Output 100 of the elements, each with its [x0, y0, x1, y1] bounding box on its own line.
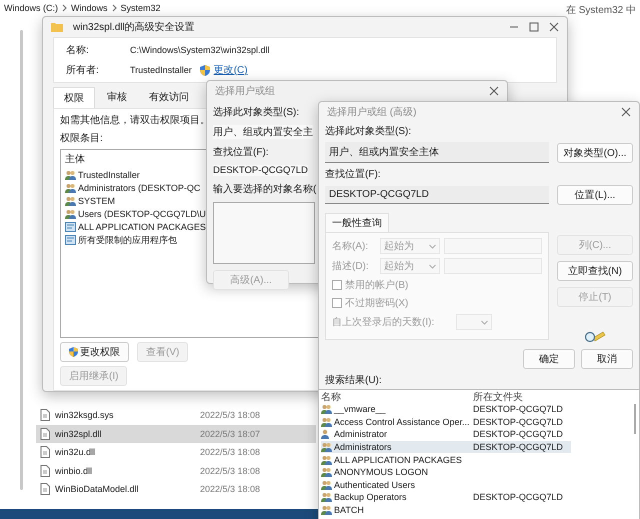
result-name: Administrators: [334, 442, 392, 452]
tab[interactable]: 有效访问: [139, 87, 199, 108]
users-icon: [321, 416, 332, 427]
field-label: 选择此对象类型(S):: [325, 124, 412, 138]
package-icon: [65, 222, 76, 232]
close-icon[interactable]: [549, 22, 559, 32]
result-row[interactable]: Backup Operators DESKTOP-QCGQ7LD: [321, 491, 571, 504]
users-icon: [321, 467, 332, 478]
package-icon: [65, 235, 76, 245]
result-row[interactable]: Authenticated Users: [321, 478, 571, 492]
ok-button[interactable]: 确定: [523, 349, 575, 369]
result-row[interactable]: ANONYMOUS LOGON: [321, 466, 571, 479]
file-row[interactable]: win32spl.dll 2022/5/3 18:07: [36, 424, 316, 443]
file-date: 2022/5/3 18:08: [200, 447, 260, 458]
list-item[interactable]: TrustedInstaller: [78, 170, 140, 180]
close-icon[interactable]: [621, 107, 631, 117]
results-label: 搜索结果(U):: [325, 374, 382, 387]
users-icon: [65, 183, 76, 193]
field-label: 输入要选择的对象名称(: [213, 182, 316, 196]
list-item[interactable]: SYSTEM: [78, 196, 116, 206]
window-title: win32spl.dll的高级安全设置: [73, 20, 195, 34]
file-icon: [40, 464, 50, 477]
list-item[interactable]: Administrators (DESKTOP-QC: [78, 183, 200, 193]
file-row[interactable]: WinBioDataModel.dll 2022/5/3 18:08: [36, 480, 316, 498]
checkbox-label: 禁用的帐户(B): [345, 278, 408, 292]
search-action-button[interactable]: 立即查找(N): [557, 261, 633, 281]
object-type-value: 用户、组或内置安全主: [213, 125, 313, 139]
breadcrumb-item[interactable]: System32: [120, 3, 161, 13]
result-row[interactable]: __vmware__ DESKTOP-QCGQ7LD: [321, 403, 571, 416]
locations-button[interactable]: 位置(L)...: [557, 185, 633, 205]
file-row[interactable]: win32ksgd.sys 2022/5/3 18:08: [36, 406, 316, 424]
tab[interactable]: 审核: [97, 87, 137, 108]
field-label: 所有者:: [66, 64, 100, 77]
permission-button[interactable]: 更改权限: [60, 342, 129, 362]
file-row[interactable]: win32u.dll 2022/5/3 18:08: [36, 443, 316, 462]
search-field[interactable]: 在 System32 中: [566, 3, 636, 17]
result-name: Authenticated Users: [334, 480, 416, 490]
file-row[interactable]: winbio.dll 2022/5/3 18:08: [36, 462, 316, 480]
filter-label: 自上次登录后的天数(I):: [332, 316, 436, 329]
file-icon: [40, 483, 50, 496]
breadcrumb-item[interactable]: Windows (C:): [4, 3, 58, 13]
result-folder: DESKTOP-QCGQ7LD: [473, 404, 563, 414]
file-name: win32u.dll: [55, 447, 96, 458]
result-name: BATCH: [334, 505, 364, 516]
tab[interactable]: 一般性查询: [325, 213, 389, 232]
result-folder: DESKTOP-QCGQ7LD: [473, 429, 563, 440]
users-icon: [321, 505, 332, 516]
chevron-right-icon: [62, 4, 68, 12]
result-name: ANONYMOUS LOGON: [334, 467, 428, 478]
file-date: 2022/5/3 18:08: [200, 466, 260, 476]
result-row[interactable]: Administrator DESKTOP-QCGQ7LD: [321, 428, 571, 441]
list-item[interactable]: ALL APPLICATION PACKAGES: [78, 222, 206, 232]
checkbox-label: 不过期密码(X): [345, 296, 408, 310]
shield-icon: [69, 347, 78, 357]
users-icon: [65, 170, 76, 180]
scrollbar[interactable]: [20, 30, 23, 490]
change-link[interactable]: 更改(C): [214, 63, 248, 77]
list-item[interactable]: 所有受限制的应用程序包: [78, 234, 177, 246]
result-name: Access Control Assistance Oper...: [334, 416, 470, 427]
object-types-button[interactable]: 对象类型(O)...: [557, 142, 633, 162]
result-row[interactable]: Administrators DESKTOP-QCGQ7LD: [321, 440, 571, 454]
scrollbar[interactable]: [634, 404, 636, 434]
caret-icon: [429, 244, 436, 248]
users-icon: [321, 442, 332, 452]
file-name: winbio.dll: [55, 466, 94, 476]
result-row[interactable]: Access Control Assistance Oper... DESKTOP-QCGQ7LD: [321, 416, 571, 428]
result-folder: DESKTOP-QCGQ7LD: [473, 416, 563, 427]
list-item[interactable]: Users (DESKTOP-QCGQ7LD\U: [78, 209, 206, 219]
breadcrumb-item[interactable]: Windows: [71, 3, 108, 13]
tab[interactable]: 权限: [53, 87, 95, 108]
file-date: 2022/5/3 18:08: [200, 410, 260, 420]
filter-label: 名称(A):: [332, 240, 370, 253]
column-header[interactable]: 所在文件夹: [473, 390, 523, 404]
field-label: 名称:: [66, 44, 90, 57]
magnifier-icon: [584, 329, 606, 345]
close-icon[interactable]: [489, 86, 499, 96]
file-path: C:\Windows\System32\win32spl.dll: [130, 45, 270, 55]
chevron-right-icon: [112, 4, 117, 12]
object-type-field: 用户、组或内置安全主体: [325, 142, 549, 163]
field-label: 查找位置(F):: [325, 168, 381, 181]
users-icon: [321, 404, 332, 414]
result-folder: DESKTOP-QCGQ7LD: [473, 492, 563, 502]
file-name: WinBioDataModel.dll: [55, 484, 140, 494]
file-icon: [40, 409, 50, 422]
result-name: __vmware__: [334, 404, 386, 414]
result-row[interactable]: BATCH: [321, 504, 571, 516]
folder-icon: [51, 22, 63, 32]
field-label: 选择此对象类型(S):: [213, 106, 300, 119]
users-icon: [321, 492, 332, 502]
shield-icon: [200, 64, 210, 76]
cancel-button[interactable]: 取消: [581, 349, 633, 369]
user-icon: [321, 429, 332, 440]
maximize-icon[interactable]: [529, 22, 539, 32]
file-date: 2022/5/3 18:07: [200, 428, 260, 439]
column-header[interactable]: 名称: [321, 390, 473, 404]
field-label: 查找位置(F):: [213, 146, 269, 159]
list-label: 权限条目:: [60, 132, 103, 145]
names-input-field[interactable]: [213, 202, 315, 264]
hint-text: 如需其他信息，请双击权限项目。: [60, 114, 210, 127]
result-row[interactable]: ALL APPLICATION PACKAGES: [321, 453, 571, 466]
